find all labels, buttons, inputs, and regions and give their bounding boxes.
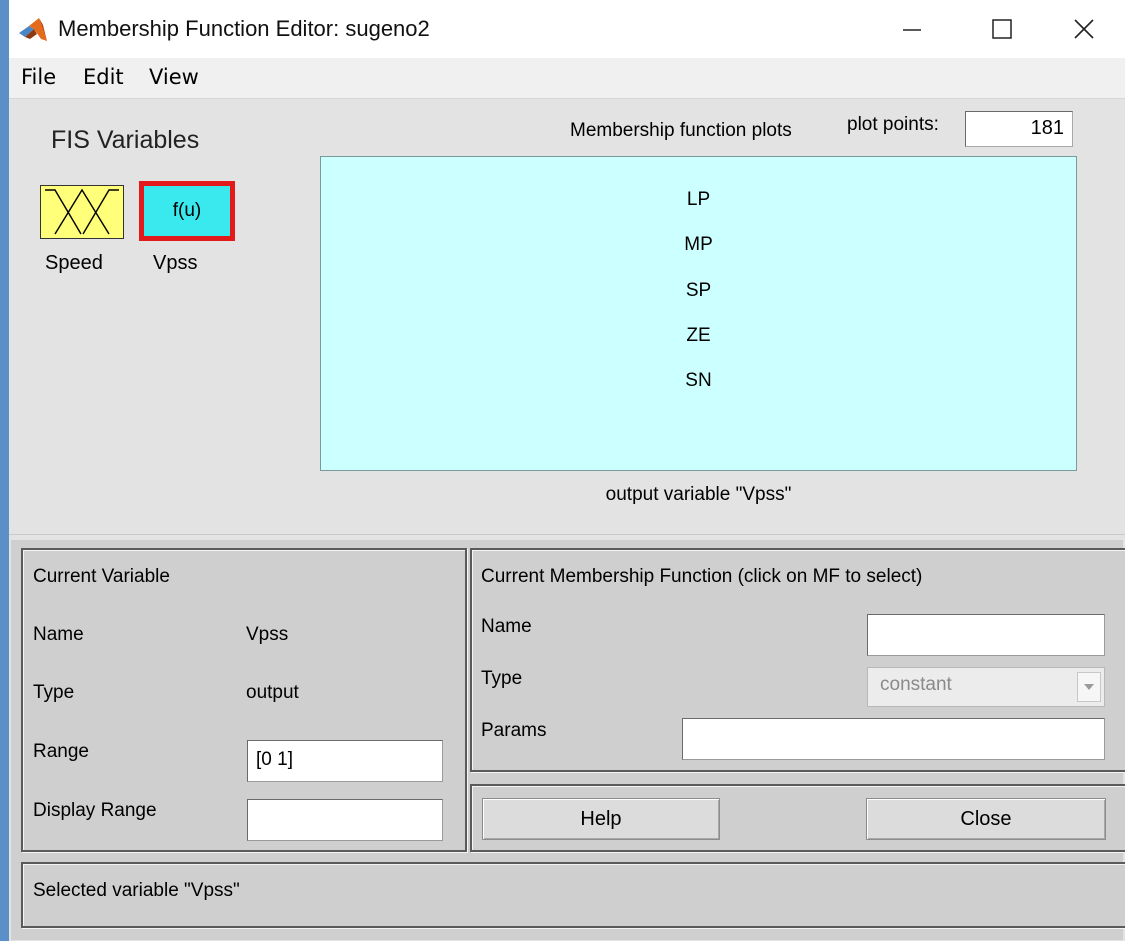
membership-plot[interactable]: LP MP SP ZE SN (320, 156, 1077, 471)
menu-edit[interactable]: Edit (83, 65, 124, 89)
status-text: Selected variable "Vpss" (33, 880, 240, 901)
mf-editor-window: Membership Function Editor: sugeno2 File… (0, 0, 1125, 941)
mf-label[interactable]: MP (321, 234, 1076, 256)
plot-points-label: plot points: (847, 114, 939, 135)
close-icon (1074, 19, 1094, 39)
matlab-logo-icon (19, 18, 47, 41)
speed-label: Speed (45, 252, 103, 274)
mf-type-value: constant (880, 674, 952, 695)
minimize-icon (903, 29, 921, 31)
output-variable-vpss[interactable]: f(u) (139, 181, 235, 241)
variable-name-value: Vpss (246, 624, 289, 645)
mf-name-label: Name (481, 616, 532, 637)
vpss-label: Vpss (153, 252, 198, 274)
divider (9, 534, 1125, 535)
name-label: Name (33, 624, 84, 645)
menu-bar: File Edit View (9, 58, 1125, 99)
status-frame: Selected variable "Vpss" (21, 862, 1125, 928)
mf-name-input[interactable] (867, 614, 1105, 656)
input-variable-speed[interactable] (40, 185, 124, 239)
window-title: Membership Function Editor: sugeno2 (58, 16, 430, 41)
close-window-button[interactable] (1039, 0, 1125, 58)
mf-type-label: Type (481, 668, 523, 689)
help-button[interactable]: Help (482, 798, 720, 840)
minimize-button[interactable] (867, 0, 957, 58)
plot-points-input[interactable]: 181 (965, 111, 1073, 147)
display-range-label: Display Range (33, 800, 157, 821)
buttons-frame: Help Close (470, 784, 1125, 852)
current-variable-frame: Current Variable Name Vpss Type output R… (21, 548, 467, 852)
mf-label[interactable]: ZE (321, 325, 1076, 347)
current-variable-heading: Current Variable (33, 566, 170, 587)
close-button[interactable]: Close (866, 798, 1106, 840)
title-bar[interactable]: Membership Function Editor: sugeno2 (9, 0, 1125, 58)
chevron-down-icon (1084, 684, 1094, 690)
range-input[interactable]: [0 1] (247, 740, 443, 782)
mf-label[interactable]: SN (321, 370, 1076, 392)
type-label: Type (33, 682, 75, 703)
mf-label[interactable]: LP (321, 189, 1076, 211)
maximize-button[interactable] (957, 0, 1047, 58)
membership-curves-icon (45, 188, 119, 235)
menu-file[interactable]: File (21, 65, 56, 89)
menu-view[interactable]: View (149, 65, 199, 89)
variable-type-value: output (246, 682, 299, 703)
mf-type-select[interactable]: constant (867, 667, 1105, 707)
dropdown-arrow[interactable] (1077, 672, 1101, 702)
range-label: Range (33, 741, 89, 762)
output-variable-caption: output variable "Vpss" (605, 484, 792, 505)
params-input[interactable] (682, 718, 1105, 760)
current-mf-frame: Current Membership Function (click on MF… (470, 548, 1125, 772)
maximize-icon (992, 19, 1012, 39)
display-range-input[interactable] (247, 799, 443, 841)
plot-title: Membership function plots (570, 120, 792, 141)
mf-label[interactable]: SP (321, 280, 1076, 302)
function-symbol: f(u) (172, 200, 202, 221)
current-mf-heading: Current Membership Function (click on MF… (481, 566, 923, 587)
params-label: Params (481, 720, 547, 741)
fis-variables-heading: FIS Variables (51, 126, 200, 154)
